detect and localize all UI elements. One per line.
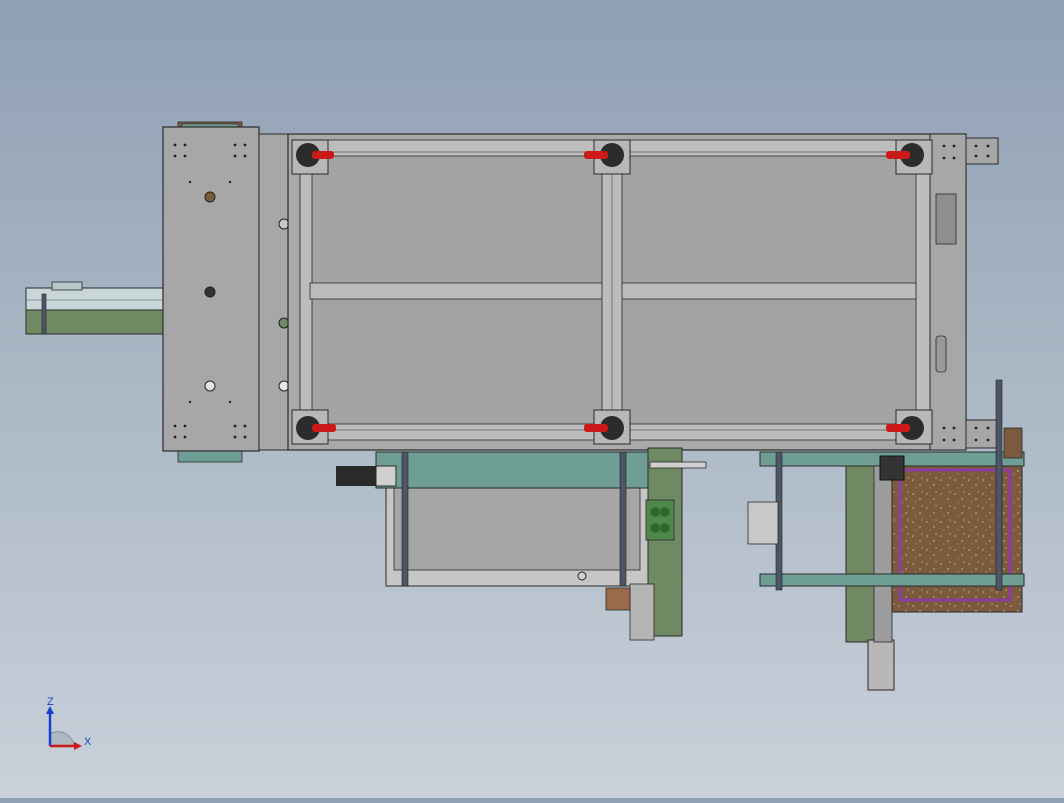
coordinate-triad-icon: Z X	[46, 696, 92, 750]
triad-x-label: X	[84, 736, 92, 748]
assembly-drawing	[25, 121, 1025, 691]
cad-viewport[interactable]: Z X	[0, 0, 1064, 798]
caster-top-left	[291, 139, 334, 175]
left-extension-rail	[25, 281, 167, 335]
left-end-plate	[162, 121, 260, 463]
main-frame	[287, 133, 999, 451]
triad-z-label: Z	[47, 696, 54, 708]
side-strip	[258, 133, 292, 451]
lower-center-module	[336, 447, 707, 641]
